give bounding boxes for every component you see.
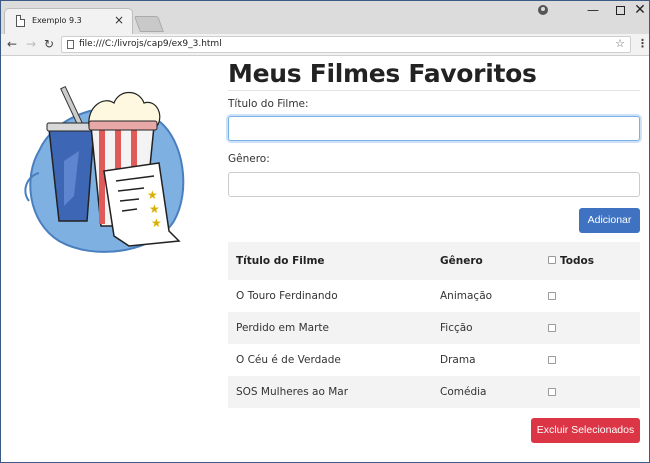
header-all-label: Todos [560,255,594,267]
row-checkbox[interactable] [548,388,556,396]
table-header-row: Título do Filme Gênero Todos [228,242,640,280]
tab-close-icon[interactable]: × [114,13,124,27]
delete-selected-button[interactable]: Excluir Selecionados [531,418,640,443]
genre-label: Gênero: [228,153,270,165]
table-row: O Céu é de Verdade Drama [228,344,640,376]
add-button[interactable]: Adicionar [579,208,640,233]
svg-text:★: ★ [149,202,160,216]
tab-active[interactable]: Exemplo 9.3 × [4,8,133,34]
menu-kebab-icon[interactable]: ⋮ [637,37,648,50]
page-content: ★ ★ ★ Meus Filmes Favoritos Título do Fi… [1,57,649,462]
movie-popcorn-illustration: ★ ★ ★ [24,85,185,253]
row-checkbox[interactable] [548,324,556,332]
forward-arrow-icon[interactable]: → [26,37,36,51]
row-checkbox[interactable] [548,356,556,364]
row-title: O Céu é de Verdade [236,354,341,366]
movies-table: Título do Filme Gênero Todos O Touro Fer… [228,242,640,408]
title-divider [228,90,640,91]
header-title: Título do Filme [228,242,432,280]
row-genre: Ficção [432,312,540,344]
row-title: O Touro Ferdinando [236,290,338,302]
table-row: O Touro Ferdinando Animação [228,280,640,312]
minimize-button[interactable]: — [578,1,608,21]
row-genre: Comédia [432,376,540,408]
row-select-cell [540,376,640,408]
new-tab-button[interactable] [134,16,164,32]
svg-text:★: ★ [147,188,158,202]
table-row: SOS Mulheres ao Mar Comédia [228,376,640,408]
bookmark-star-icon[interactable]: ☆ [615,37,625,50]
row-genre: Drama [440,354,476,366]
header-all: Todos [540,242,640,280]
header-genre: Gênero [432,242,540,280]
select-all-checkbox[interactable] [548,256,556,264]
file-icon [67,40,74,49]
row-select-cell [540,312,640,344]
back-arrow-icon[interactable]: ← [7,37,17,51]
row-title: Perdido em Marte [228,312,432,344]
svg-text:★: ★ [151,216,162,230]
page-icon [16,15,25,27]
table-row: Perdido em Marte Ficção [228,312,640,344]
page-title: Meus Filmes Favoritos [228,59,537,88]
reload-icon[interactable]: ↻ [44,37,54,51]
title-bar: Exemplo 9.3 × — ✕ [1,1,649,34]
row-genre: Animação [440,290,493,302]
address-toolbar: ← → ↻ file:///C:/livrojs/cap9/ex9_3.html… [1,34,649,56]
url-text[interactable]: file:///C:/livrojs/cap9/ex9_3.html [79,39,222,49]
tab-title: Exemplo 9.3 [32,16,82,25]
genre-input[interactable] [228,172,640,197]
title-label: Título do Filme: [228,98,309,110]
browser-window: Exemplo 9.3 × — ✕ ← → ↻ file:///C:/livro… [0,0,650,463]
row-select-cell [540,280,640,312]
maximize-icon [615,6,625,15]
close-window-button[interactable]: ✕ [625,1,649,21]
user-icon[interactable] [538,5,548,15]
address-bar[interactable]: file:///C:/livrojs/cap9/ex9_3.html ☆ [61,36,631,53]
row-title: SOS Mulheres ao Mar [228,376,432,408]
row-checkbox[interactable] [548,292,556,300]
row-select-cell [540,344,640,376]
title-input[interactable] [228,116,640,141]
